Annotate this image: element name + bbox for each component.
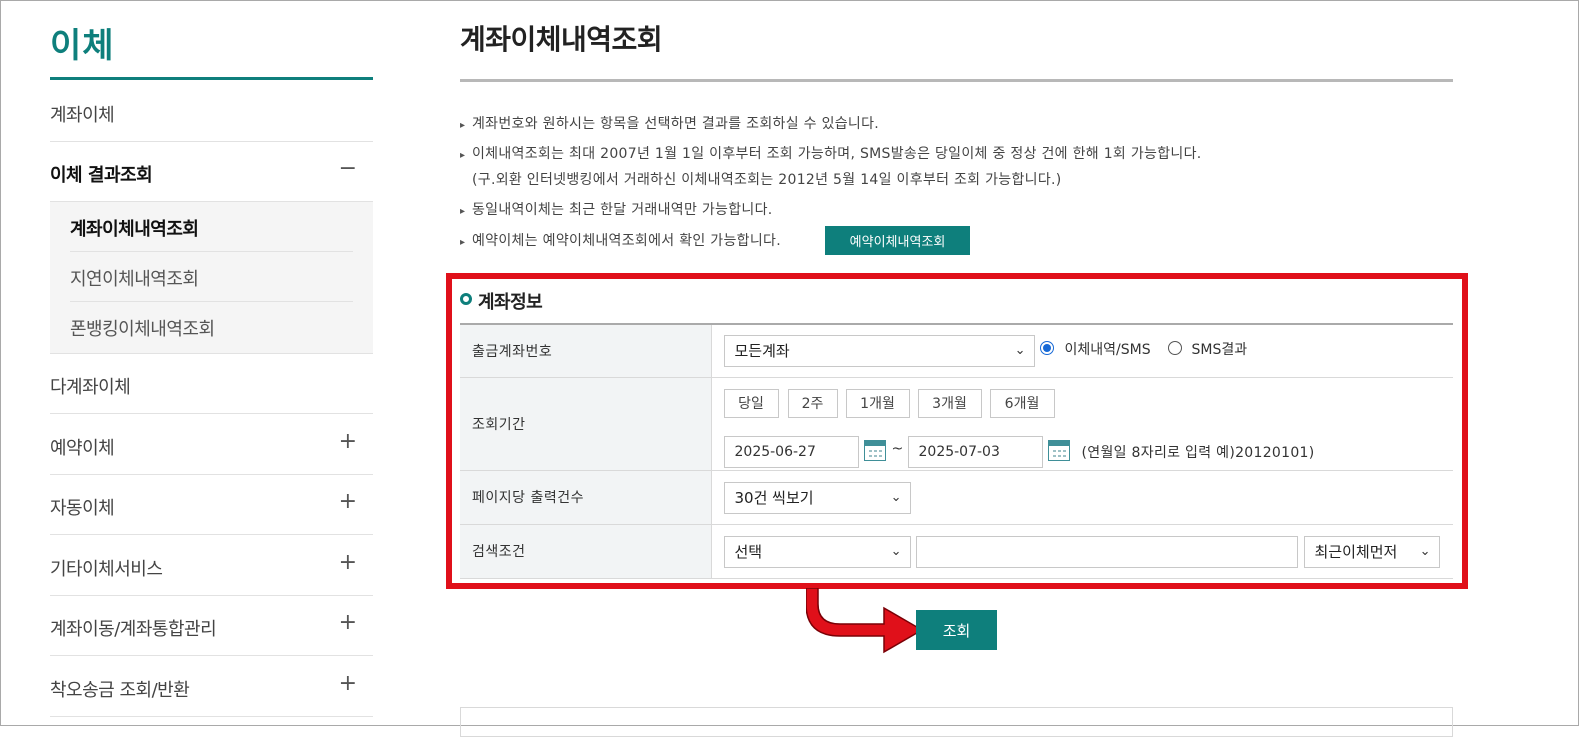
- date-range-separator: ~: [891, 440, 904, 457]
- form-cell: 당일 2주 1개월 3개월 6개월 2025-06-27 ~ 2025-07-0…: [711, 376, 1453, 471]
- sidebar-title-underline: [50, 77, 373, 80]
- radio-label: SMS결과: [1191, 342, 1248, 358]
- form-row-per-page: 페이지당 출력건수 30건 씩보기 ⌄: [460, 469, 1453, 525]
- period-today-button[interactable]: 당일: [723, 388, 779, 418]
- search-button[interactable]: 조회: [916, 610, 997, 650]
- form-cell: 30건 씩보기 ⌄: [711, 469, 1453, 525]
- notice-line: ▸ 이체내역조회는 최대 2007년 1월 1일 이후부터 조회 가능하며, SM…: [460, 146, 1202, 162]
- form-label: 출금계좌번호: [460, 323, 712, 378]
- calendar-icon[interactable]: [1047, 439, 1070, 461]
- date-from-input[interactable]: 2025-06-27: [723, 435, 859, 468]
- sidebar-item-label: 자동이체: [50, 498, 115, 519]
- expand-icon[interactable]: +: [339, 671, 357, 696]
- sidebar-item-label: 이체 결과조회: [50, 165, 153, 186]
- sidebar-item-auto-transfer[interactable]: 자동이체 +: [50, 475, 373, 535]
- chevron-down-icon: ⌄: [890, 489, 902, 505]
- section-title: 계좌정보: [460, 288, 543, 314]
- sidebar-item-multi-transfer[interactable]: 다계좌이체: [50, 354, 373, 414]
- form-label: 페이지당 출력건수: [460, 469, 712, 525]
- sidebar-subitem-label: 지연이체내역조회: [70, 269, 199, 290]
- expand-icon[interactable]: +: [339, 550, 357, 575]
- sidebar-item-reserved-transfer[interactable]: 예약이체 +: [50, 415, 373, 475]
- bullet-arrow-icon: ▸: [460, 206, 466, 217]
- radio-transfer-sms[interactable]: [1039, 341, 1054, 355]
- search-condition-select[interactable]: 선택 ⌄: [723, 535, 911, 568]
- sidebar-item-label: 예약이체: [50, 438, 115, 459]
- notice-line: ▸ 동일내역이체는 최근 한달 거래내역만 가능합니다.: [460, 202, 773, 218]
- bullet-arrow-icon: ▸: [460, 150, 466, 161]
- sidebar-title: 이체: [50, 26, 115, 66]
- sidebar-subitem-label: 계좌이체내역조회: [70, 219, 199, 240]
- title-divider: [460, 79, 1453, 82]
- sidebar-item-label: 착오송금 조회/반환: [50, 680, 190, 701]
- sidebar-submenu: 계좌이체내역조회 지연이체내역조회 폰뱅킹이체내역조회: [50, 202, 373, 354]
- period-6months-button[interactable]: 6개월: [989, 388, 1055, 418]
- period-1month-button[interactable]: 1개월: [845, 388, 910, 418]
- page-title: 계좌이체내역조회: [460, 23, 663, 56]
- bullet-arrow-icon: ▸: [460, 237, 466, 248]
- sidebar-item-account-transfer[interactable]: 계좌이체: [50, 82, 373, 142]
- expand-icon[interactable]: +: [339, 429, 357, 454]
- form-row-period: 조회기간 당일 2주 1개월 3개월 6개월 2025-06-27 ~ 2025…: [460, 376, 1453, 471]
- sidebar-item-other-services[interactable]: 기타이체서비스 +: [50, 536, 373, 596]
- account-form-table: 출금계좌번호 모든계좌 ⌄ 이체내역/SMS SMS결과 조회기간 당일 2주 …: [460, 323, 1453, 579]
- account-select[interactable]: 모든계좌 ⌄: [723, 335, 1035, 367]
- notice-line: (구.외환 인터넷뱅킹에서 거래하신 이체내역조회는 2012년 5월 14일 …: [472, 172, 1062, 188]
- form-cell: 선택 ⌄ 최근이체먼저 ⌄: [711, 523, 1453, 579]
- radio-sms-result[interactable]: [1167, 341, 1182, 355]
- radio-label: 이체내역/SMS: [1064, 342, 1151, 358]
- sidebar-item-mistaken-remittance[interactable]: 착오송금 조회/반환 +: [50, 657, 373, 717]
- expand-icon[interactable]: +: [339, 610, 357, 635]
- form-label: 검색조건: [460, 523, 712, 579]
- sidebar-subitem-delayed-history[interactable]: 지연이체내역조회: [70, 252, 353, 302]
- form-row-search-condition: 검색조건 선택 ⌄ 최근이체먼저 ⌄: [460, 523, 1453, 579]
- form-label: 조회기간: [460, 376, 712, 471]
- sidebar-subitem-label: 폰뱅킹이체내역조회: [70, 319, 215, 340]
- notice-line: ▸ 계좌번호와 원하시는 항목을 선택하면 결과를 조회하실 수 있습니다.: [460, 116, 880, 132]
- sidebar-item-account-move[interactable]: 계좌이동/계좌통합관리 +: [50, 596, 373, 656]
- sidebar-item-label: 계좌이체: [50, 105, 115, 126]
- chevron-down-icon: ⌄: [1419, 543, 1431, 559]
- chevron-down-icon: ⌄: [1014, 343, 1026, 358]
- sidebar-item-label: 기타이체서비스: [50, 559, 163, 580]
- form-row-account: 출금계좌번호 모든계좌 ⌄ 이체내역/SMS SMS결과: [460, 323, 1453, 378]
- expand-icon[interactable]: +: [339, 489, 357, 514]
- sidebar-subitem-phonebanking-history[interactable]: 폰뱅킹이체내역조회: [70, 302, 353, 352]
- collapse-icon[interactable]: −: [339, 156, 357, 181]
- sidebar-item-label: 계좌이동/계좌통합관리: [50, 619, 217, 640]
- form-cell: 모든계좌 ⌄ 이체내역/SMS SMS결과: [711, 323, 1453, 378]
- date-format-hint: (연월일 8자리로 입력 예)20120101): [1081, 444, 1315, 461]
- search-text-input[interactable]: [915, 535, 1298, 568]
- chevron-down-icon: ⌄: [890, 543, 902, 559]
- sort-order-select[interactable]: 최근이체먼저 ⌄: [1303, 535, 1440, 568]
- per-page-select[interactable]: 30건 씩보기 ⌄: [723, 481, 911, 514]
- notice-line: ▸ 예약이체는 예약이체내역조회에서 확인 가능합니다.: [460, 233, 781, 249]
- period-3months-button[interactable]: 3개월: [917, 388, 982, 418]
- sidebar-item-label: 다계좌이체: [50, 377, 131, 398]
- results-area: [460, 707, 1453, 737]
- circle-bullet-icon: [460, 293, 472, 305]
- bullet-arrow-icon: ▸: [460, 120, 466, 131]
- period-2weeks-button[interactable]: 2주: [787, 388, 838, 418]
- date-to-input[interactable]: 2025-07-03: [907, 435, 1043, 468]
- red-arrow-annotation: [806, 588, 918, 654]
- calendar-icon[interactable]: [863, 439, 886, 461]
- reserved-transfer-history-button[interactable]: 예약이체내역조회: [825, 226, 970, 255]
- sidebar-item-transfer-result[interactable]: 이체 결과조회 −: [50, 142, 373, 202]
- sidebar-subitem-account-history[interactable]: 계좌이체내역조회: [70, 202, 353, 252]
